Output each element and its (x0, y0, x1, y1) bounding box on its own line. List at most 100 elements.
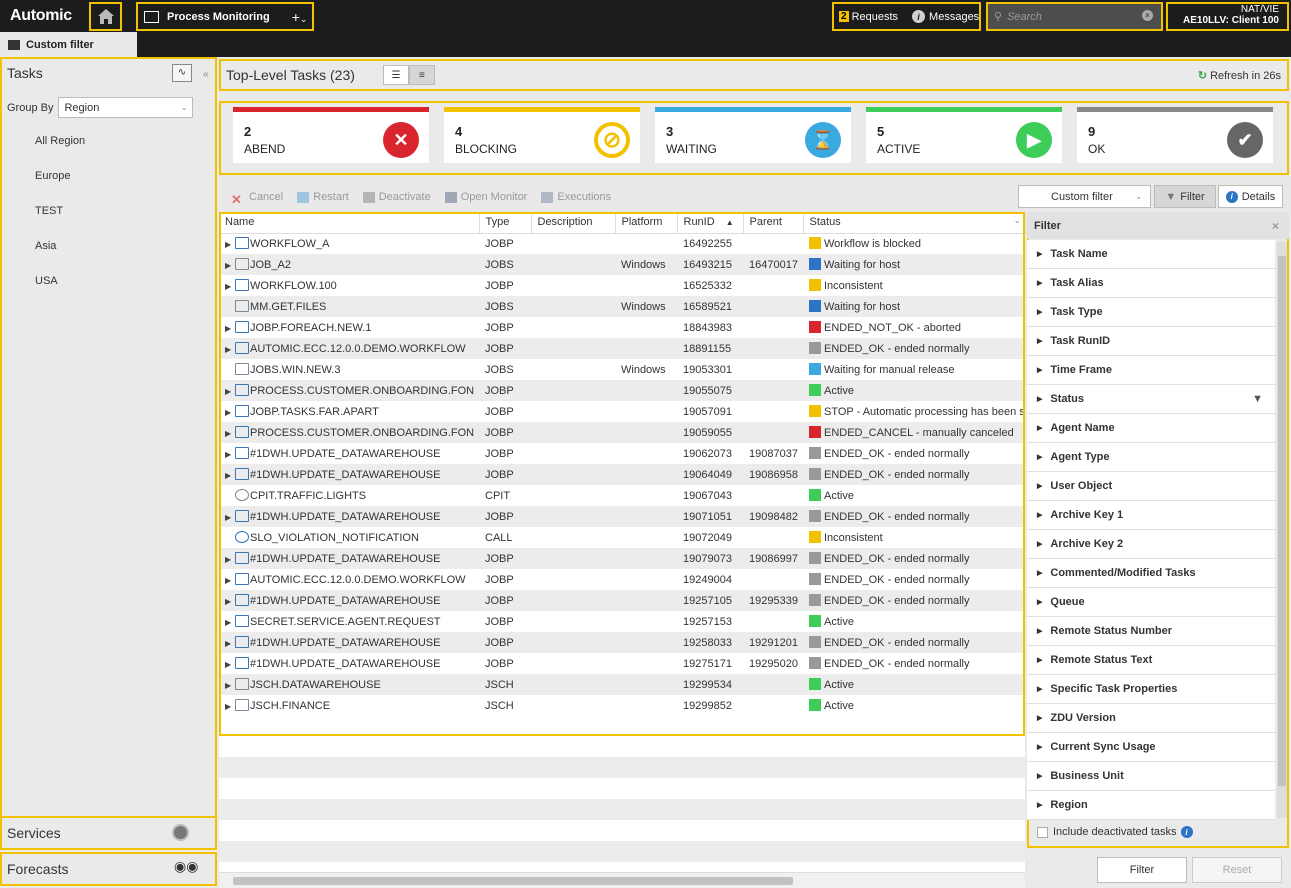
region-usa[interactable]: USA (35, 275, 58, 287)
filter-item[interactable]: ▶ Remote Status Number (1027, 617, 1275, 646)
table-row[interactable]: ▶ JOBP.FOREACH.NEW.1 JOBP 18843983 ENDED_NOT… (219, 317, 1025, 338)
table-row[interactable]: ▶ #1DWH.UPDATE_DATAWAREHOUSE JOBP 19062073 1… (219, 443, 1025, 464)
status-card-waiting[interactable]: 3 WAITING ⌛ (655, 107, 851, 163)
table-row[interactable]: ▶ #1DWH.UPDATE_DATAWAREHOUSE JOBP 19275171 1… (219, 653, 1025, 674)
list-view-button[interactable]: ☰ (382, 65, 409, 85)
table-row[interactable]: ▶ #1DWH.UPDATE_DATAWAREHOUSE JOBP 19079073 1… (219, 548, 1025, 569)
expand-icon[interactable]: ▶ (225, 450, 235, 459)
col-parent[interactable]: Parent (743, 212, 804, 234)
messages-link[interactable]: Messages (929, 11, 979, 23)
col-name[interactable]: Name (219, 212, 480, 234)
filter-item[interactable]: ▶ Task RunID (1027, 327, 1275, 356)
status-card-abend[interactable]: 2 ABEND ✕ (233, 107, 429, 163)
expand-icon[interactable]: ▶ (225, 471, 235, 480)
custom-filter-select[interactable]: Custom filter ⌄ (1018, 185, 1151, 208)
filter-item[interactable]: ▶ Task Name (1027, 240, 1275, 269)
filter-item[interactable]: ▶ Archive Key 2 (1027, 530, 1275, 559)
filter-item[interactable]: ▶ Archive Key 1 (1027, 501, 1275, 530)
services-section[interactable]: Services (0, 816, 217, 850)
status-card-blocking[interactable]: 4 BLOCKING ⊘ (444, 107, 640, 163)
table-row[interactable]: ▶ SECRET.SERVICE.AGENT.REQUEST JOBP 1925715… (219, 611, 1025, 632)
include-deactivated-checkbox[interactable] (1037, 826, 1048, 838)
region-europe[interactable]: Europe (35, 170, 70, 182)
add-perspective-button[interactable]: +⌄ (292, 9, 308, 25)
cancel-button[interactable]: ✕ Cancel (231, 191, 283, 207)
table-row[interactable]: ▶ #1DWH.UPDATE_DATAWAREHOUSE JOBP 19258033 1… (219, 632, 1025, 653)
clear-search-icon[interactable]: × (1142, 10, 1153, 21)
status-card-active[interactable]: 5 ACTIVE ▶ (866, 107, 1062, 163)
table-row[interactable]: ▶ AUTOMIC.ECC.12.0.0.DEMO.WORKFLOW JOBP 188… (219, 338, 1025, 359)
deactivate-button[interactable]: Deactivate (362, 191, 431, 203)
scrollbar-thumb[interactable] (233, 877, 793, 885)
expand-icon[interactable]: ▶ (225, 429, 235, 438)
region-asia[interactable]: Asia (35, 240, 56, 252)
process-monitoring-tab[interactable]: Process Monitoring +⌄ (136, 2, 314, 31)
expand-icon[interactable]: ▶ (225, 639, 235, 648)
filter-item[interactable]: ▶ ZDU Version (1027, 704, 1275, 733)
requests-messages[interactable]: 2 Requests i Messages (832, 2, 981, 31)
filter-item[interactable]: ▶ Agent Type (1027, 443, 1275, 472)
table-row[interactable]: ▶ AUTOMIC.ECC.12.0.0.DEMO.WORKFLOW JOBP 192… (219, 569, 1025, 590)
table-row[interactable]: ▶ WORKFLOW_A JOBP 16492255 Workflow is block… (219, 233, 1025, 254)
filter-item[interactable]: ▶ Time Frame (1027, 356, 1275, 385)
filter-item[interactable]: ▶ Queue (1027, 588, 1275, 617)
filter-item[interactable]: ▶ Agent Name (1027, 414, 1275, 443)
expand-icon[interactable]: ▶ (225, 261, 235, 270)
filter-item[interactable]: ▶ Task Type (1027, 298, 1275, 327)
col-status[interactable]: Status ⌄ (803, 212, 1026, 234)
expand-icon[interactable]: ▶ (225, 702, 235, 711)
table-row[interactable]: ▶ JOB_A2 JOBS Windows 16493215 16470017 Waitin… (219, 254, 1025, 275)
reset-filter-button[interactable]: Reset (1192, 857, 1282, 883)
executions-button[interactable]: Executions (541, 191, 611, 203)
status-card-ok[interactable]: 9 OK ✔ (1077, 107, 1273, 163)
custom-filter-tab[interactable]: Custom filter (0, 32, 137, 57)
filter-item[interactable]: ▶ Business Unit (1027, 762, 1275, 791)
expand-icon[interactable]: ▶ (225, 576, 235, 585)
filter-item[interactable]: ▶ User Object (1027, 472, 1275, 501)
horizontal-scrollbar[interactable] (219, 872, 1025, 888)
table-row[interactable]: CPIT.TRAFFIC.LIGHTS CPIT 19067043 Active (219, 485, 1025, 506)
collapse-panel-icon[interactable]: « (203, 69, 209, 80)
filter-item[interactable]: ▶ Commented/Modified Tasks (1027, 559, 1275, 588)
expand-icon[interactable]: ▶ (225, 681, 235, 690)
filter-item[interactable]: ▶ Status ▼ (1027, 385, 1275, 414)
filter-scrollbar[interactable] (1277, 242, 1287, 818)
group-by-select[interactable]: Region ⌄ (58, 97, 194, 118)
scrollbar-thumb[interactable] (1278, 256, 1286, 786)
refresh-timer[interactable]: ↻ Refresh in 26s (1198, 69, 1281, 82)
table-row[interactable]: ▶ JOBP.TASKS.FAR.APART JOBP 19057091 STOP - … (219, 401, 1025, 422)
table-row[interactable]: ▶ WORKFLOW.100 JOBP 16525332 Inconsistent (219, 275, 1025, 296)
table-row[interactable]: ▶ JSCH.DATAWAREHOUSE JSCH 19299534 Active (219, 674, 1025, 695)
filter-item[interactable]: ▶ Task Alias (1027, 269, 1275, 298)
expand-icon[interactable]: ▶ (225, 324, 235, 333)
forecasts-section[interactable]: Forecasts ◉◉ (0, 852, 217, 886)
filter-item[interactable]: ▶ Region (1027, 791, 1275, 820)
table-row[interactable]: ▶ PROCESS.CUSTOMER.ONBOARDING.FON JOBP 1905… (219, 380, 1025, 401)
table-row[interactable]: ▶ PROCESS.CUSTOMER.ONBOARDING.FON JOBP 1905… (219, 422, 1025, 443)
home-button[interactable] (89, 2, 122, 31)
expand-icon[interactable]: ▶ (225, 555, 235, 564)
expand-icon[interactable]: ▶ (225, 387, 235, 396)
expand-icon[interactable]: ▶ (225, 660, 235, 669)
table-row[interactable]: ▶ #1DWH.UPDATE_DATAWAREHOUSE JOBP 19257105 1… (219, 590, 1025, 611)
requests-link[interactable]: Requests (852, 11, 898, 23)
expand-icon[interactable]: ▶ (225, 345, 235, 354)
expand-icon[interactable]: ▶ (225, 597, 235, 606)
region-test[interactable]: TEST (35, 205, 63, 217)
col-runid[interactable]: RunID ▲ (677, 212, 744, 234)
table-row[interactable]: ▶ #1DWH.UPDATE_DATAWAREHOUSE JOBP 19071051 1… (219, 506, 1025, 527)
table-row[interactable]: SLO_VIOLATION_NOTIFICATION CALL 19072049 In… (219, 527, 1025, 548)
col-platform[interactable]: Platform (615, 212, 678, 234)
filter-toggle-button[interactable]: ▼ Filter (1154, 185, 1216, 208)
restart-button[interactable]: Restart (297, 191, 349, 203)
user-client-menu[interactable]: NAT/VIE AE10LLV: Client 100 (1166, 2, 1289, 31)
details-toggle-button[interactable]: i Details (1218, 185, 1283, 208)
col-type[interactable]: Type (479, 212, 532, 234)
expand-icon[interactable]: ▶ (225, 513, 235, 522)
search-input[interactable]: ⚲ Search × (988, 4, 1161, 29)
expand-icon[interactable]: ▶ (225, 618, 235, 627)
filter-item[interactable]: ▶ Current Sync Usage (1027, 733, 1275, 762)
region-all[interactable]: All Region (35, 135, 85, 147)
col-description[interactable]: Description (531, 212, 616, 234)
apply-filter-button[interactable]: Filter (1097, 857, 1187, 883)
